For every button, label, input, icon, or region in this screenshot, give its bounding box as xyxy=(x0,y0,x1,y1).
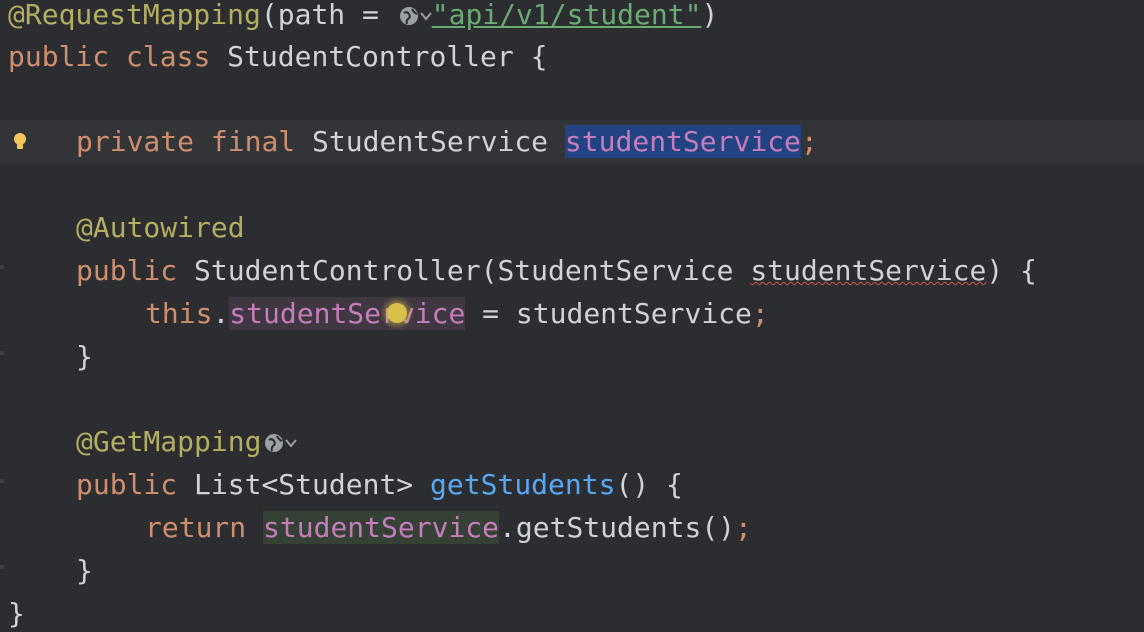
code-line-2[interactable]: public class StudentController { xyxy=(0,35,1144,78)
keyword-return: return xyxy=(145,511,247,544)
closing-brace: } xyxy=(8,597,25,630)
code-line-8[interactable]: this.studentService = studentService; xyxy=(0,292,1144,335)
gutter-marker xyxy=(0,479,4,483)
annotation-request-mapping: @RequestMapping xyxy=(8,0,261,31)
code-text: (path = xyxy=(260,0,396,31)
parameter-student-service[interactable]: studentService xyxy=(750,254,986,287)
method-name-get-students[interactable]: getStudents xyxy=(430,468,615,501)
class-name: StudentController { xyxy=(227,40,548,73)
code-editor[interactable]: @RequestMapping(path = "api/v1/student")… xyxy=(0,0,1144,632)
semicolon: ; xyxy=(751,297,769,330)
code-line-9[interactable]: } xyxy=(0,335,1144,378)
closing-brace: } xyxy=(76,554,93,587)
return-type: List<Student> xyxy=(194,468,431,501)
annotation-autowired: @Autowired xyxy=(76,211,245,244)
code-text: .getStudents() xyxy=(499,511,736,544)
code-line-15[interactable]: } xyxy=(0,592,1144,632)
keyword-public: public xyxy=(76,468,178,501)
semicolon: ; xyxy=(800,125,818,158)
code-line-7[interactable]: public StudentController(StudentService … xyxy=(0,249,1144,292)
gutter-marker xyxy=(0,565,4,569)
keyword-class: class xyxy=(126,40,211,73)
gutter-marker xyxy=(0,265,4,269)
field-student-service-write[interactable]: studentService xyxy=(229,297,466,330)
globe-icon[interactable] xyxy=(261,425,285,458)
code-line-11[interactable]: @GetMapping xyxy=(0,420,1144,463)
keyword-private: private xyxy=(76,125,195,158)
keyword-final: final xyxy=(210,125,296,158)
code-text: = studentService xyxy=(465,297,752,330)
globe-icon[interactable] xyxy=(396,0,420,31)
semicolon: ; xyxy=(735,511,752,544)
closing-brace: } xyxy=(76,340,93,373)
code-line-4[interactable]: private final StudentService studentServ… xyxy=(0,120,1144,163)
lightbulb-icon[interactable] xyxy=(12,132,28,152)
code-line-1[interactable]: @RequestMapping(path = "api/v1/student") xyxy=(0,0,1144,36)
mouse-cursor-icon xyxy=(387,303,407,323)
constructor-signature: StudentController(StudentService xyxy=(194,254,751,287)
code-line-14[interactable]: } xyxy=(0,549,1144,592)
keyword-public: public xyxy=(8,40,110,73)
dot: . xyxy=(212,297,230,330)
code-line-12[interactable]: public List<Student> getStudents() { xyxy=(0,463,1144,506)
type-student-service: StudentService xyxy=(312,125,549,158)
code-text: ) xyxy=(701,0,719,31)
field-student-service-read[interactable]: studentService xyxy=(263,511,500,544)
keyword-public: public xyxy=(76,254,178,287)
code-line-6[interactable]: @Autowired xyxy=(0,206,1144,249)
chevron-down-icon[interactable] xyxy=(419,0,432,31)
code-text: () { xyxy=(615,468,683,501)
gutter-marker xyxy=(0,351,4,355)
annotation-get-mapping: @GetMapping xyxy=(76,425,262,458)
keyword-this: this xyxy=(145,297,213,330)
code-text: ) { xyxy=(986,254,1037,287)
code-line-13[interactable]: return studentService.getStudents(); xyxy=(0,506,1144,549)
chevron-down-icon[interactable] xyxy=(285,425,298,458)
string-literal-path[interactable]: "api/v1/student" xyxy=(432,0,702,31)
selected-field-student-service[interactable]: studentService xyxy=(564,125,801,158)
